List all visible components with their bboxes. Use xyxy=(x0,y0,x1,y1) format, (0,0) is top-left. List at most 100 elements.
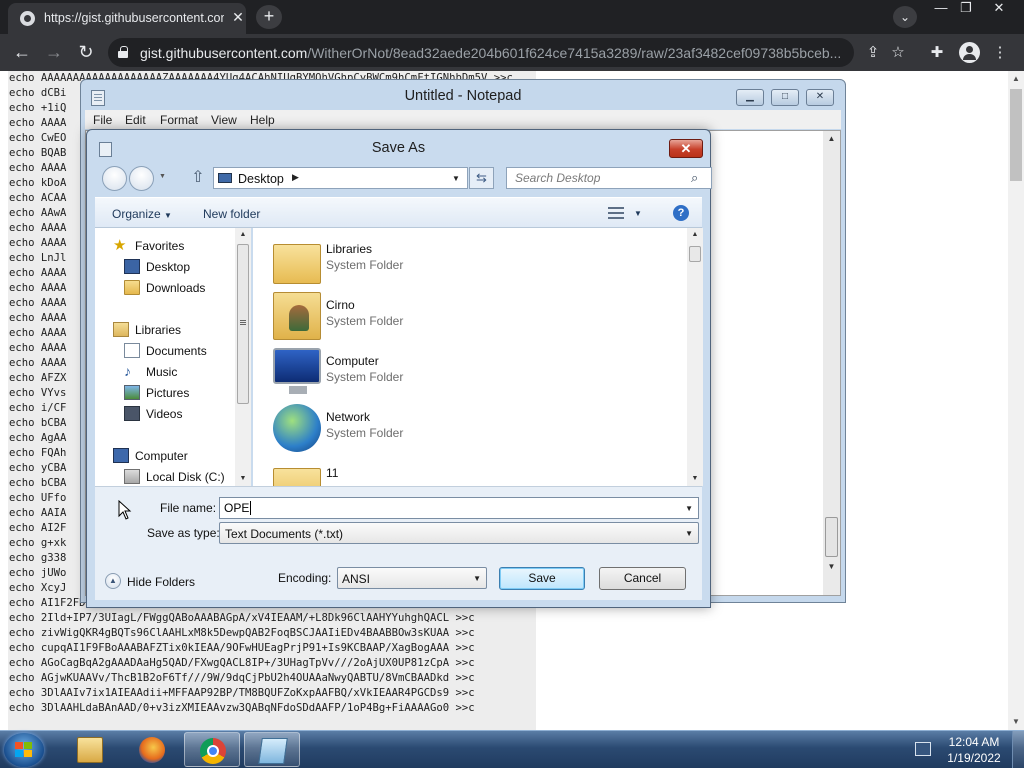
chevron-down-icon[interactable]: ▼ xyxy=(159,173,166,180)
notepad-minimize-button[interactable]: ▁ xyxy=(736,89,764,106)
scrollbar-thumb[interactable] xyxy=(237,244,249,404)
menu-format[interactable]: Format xyxy=(160,113,198,127)
music-icon: ♪ xyxy=(124,363,131,379)
search-input[interactable] xyxy=(507,168,687,188)
menu-edit[interactable]: Edit xyxy=(125,113,146,127)
tab-search-button[interactable]: ⌄ xyxy=(893,6,917,28)
back-button[interactable]: ← xyxy=(9,40,35,64)
encoding-select[interactable]: ANSI ▼ xyxy=(337,567,487,589)
taskbar-notepad[interactable] xyxy=(244,732,300,767)
tab-title: https://gist.githubusercontent.com/ xyxy=(44,11,224,25)
scroll-down-icon[interactable]: ▼ xyxy=(823,559,840,575)
file-item-libraries[interactable]: Libraries System Folder xyxy=(273,236,653,290)
menu-file[interactable]: File xyxy=(93,113,112,127)
bookmark-star-icon[interactable]: ☆ xyxy=(887,42,909,64)
scroll-down-icon[interactable]: ▼ xyxy=(235,472,251,486)
scrollbar-thumb[interactable] xyxy=(689,246,701,262)
chevron-down-icon[interactable]: ▼ xyxy=(685,504,693,513)
filename-input[interactable] xyxy=(220,498,680,518)
code-line: echo 3DlAAIv7ix1AIEAAdii+MFFAAP92BP/TM8B… xyxy=(9,687,475,699)
save-button[interactable]: Save xyxy=(499,567,585,590)
lock-icon[interactable] xyxy=(118,46,128,58)
forward-button[interactable]: → xyxy=(41,40,67,64)
file-item-network[interactable]: Network System Folder xyxy=(273,404,653,458)
network-tray-icon[interactable] xyxy=(915,742,931,756)
extensions-icon[interactable]: ✚ xyxy=(926,42,948,64)
restore-button[interactable]: ❐ xyxy=(951,0,981,18)
back-button[interactable] xyxy=(102,166,127,191)
breadcrumb-desktop[interactable]: Desktop xyxy=(238,172,284,186)
mouse-pointer-icon xyxy=(118,500,132,520)
file-item-11[interactable]: 11 xyxy=(273,460,653,486)
save-as-type-select[interactable]: Text Documents (*.txt) ▼ xyxy=(219,522,699,544)
search-icon[interactable]: ⌕ xyxy=(691,170,705,185)
clock-date[interactable]: 1/19/2022 xyxy=(943,751,1005,765)
forward-button[interactable] xyxy=(129,166,154,191)
close-window-button[interactable]: ✕ xyxy=(984,0,1014,18)
folder-icon xyxy=(273,468,321,486)
disk-drive-icon xyxy=(124,469,140,484)
chevron-down-icon[interactable]: ▼ xyxy=(473,574,481,583)
notepad-close-button[interactable]: ✕ xyxy=(806,89,834,106)
cancel-button[interactable]: Cancel xyxy=(599,567,686,590)
clock-time[interactable]: 12:04 AM xyxy=(947,735,1001,749)
organize-button[interactable]: Organize ▼ xyxy=(112,207,172,221)
up-arrow-icon[interactable]: ⇧ xyxy=(189,169,207,187)
filename-combobox[interactable]: ▼ xyxy=(219,497,699,519)
file-item-cirno[interactable]: Cirno System Folder xyxy=(273,292,653,346)
new-folder-button[interactable]: New folder xyxy=(203,207,260,221)
chevron-down-icon[interactable]: ▼ xyxy=(685,529,693,538)
chevron-down-icon[interactable]: ▼ xyxy=(634,209,642,218)
globe-icon xyxy=(20,11,35,26)
scrollbar-thumb[interactable] xyxy=(1010,89,1022,181)
scroll-up-icon[interactable]: ▲ xyxy=(1008,71,1024,87)
url-text: gist.githubusercontent.com/WitherOrNot/8… xyxy=(140,45,840,61)
browser-toolbar: ← → ↻ gist.githubusercontent.com/WitherO… xyxy=(0,34,1024,71)
notepad-scrollbar[interactable]: ▲ ▼ xyxy=(823,131,840,595)
taskbar-chrome[interactable] xyxy=(184,732,240,767)
address-bar[interactable]: gist.githubusercontent.com/WitherOrNot/8… xyxy=(108,38,854,67)
scroll-up-icon[interactable]: ▲ xyxy=(687,228,703,242)
reload-button[interactable]: ↻ xyxy=(73,40,99,64)
profile-avatar-icon[interactable] xyxy=(959,42,980,63)
show-desktop-button[interactable] xyxy=(1012,731,1024,768)
chevron-up-icon: ▲ xyxy=(105,573,121,589)
start-button[interactable] xyxy=(4,733,44,767)
menu-help[interactable]: Help xyxy=(250,113,275,127)
page-scrollbar[interactable]: ▲ ▼ xyxy=(1008,71,1024,730)
file-item-computer[interactable]: Computer System Folder xyxy=(273,348,653,402)
close-tab-icon[interactable]: ✕ xyxy=(230,9,246,25)
menu-dots-icon[interactable]: ⋮ xyxy=(989,42,1011,64)
chevron-down-icon[interactable]: ▼ xyxy=(452,174,460,183)
address-row: ▼ ⇧ Desktop ▶ ▼ ⇆ ⌕ xyxy=(97,165,712,191)
notepad-maximize-button[interactable]: □ xyxy=(771,89,799,106)
view-options-icon[interactable] xyxy=(608,207,624,221)
file-list: Libraries System Folder Cirno System Fol… xyxy=(253,228,703,486)
browser-tab[interactable]: https://gist.githubusercontent.com/ ✕ xyxy=(8,3,246,34)
chevron-right-icon[interactable]: ▶ xyxy=(292,172,299,183)
filename-label: File name: xyxy=(160,501,217,515)
scroll-down-icon[interactable]: ▼ xyxy=(687,472,703,486)
navigation-scrollbar[interactable]: ▲ ▼ xyxy=(235,228,251,486)
taskbar-explorer[interactable] xyxy=(62,732,118,767)
scroll-up-icon[interactable]: ▲ xyxy=(823,131,840,147)
menu-view[interactable]: View xyxy=(211,113,237,127)
share-icon[interactable]: ⇪ xyxy=(862,42,884,64)
path-breadcrumb[interactable]: Desktop ▶ ▼ xyxy=(213,167,468,189)
dialog-close-button[interactable]: ✕ xyxy=(669,139,703,158)
computer-icon xyxy=(273,348,321,394)
chevron-down-icon: ▼ xyxy=(164,211,172,220)
network-icon xyxy=(273,404,321,452)
taskbar-firefox[interactable] xyxy=(124,732,180,767)
search-box[interactable]: ⌕ xyxy=(506,167,712,189)
save-as-type-label: Save as type: xyxy=(147,526,220,540)
scroll-up-icon[interactable]: ▲ xyxy=(235,228,251,242)
help-icon[interactable]: ? xyxy=(673,205,689,221)
new-tab-button[interactable]: + xyxy=(256,5,282,29)
refresh-icon[interactable]: ⇆ xyxy=(469,167,494,189)
scroll-down-icon[interactable]: ▼ xyxy=(1008,714,1024,730)
scrollbar-thumb[interactable] xyxy=(825,517,838,557)
file-list-scrollbar[interactable]: ▲ ▼ xyxy=(687,228,703,486)
chrome-icon xyxy=(200,738,226,764)
windows-logo-icon xyxy=(15,742,33,758)
